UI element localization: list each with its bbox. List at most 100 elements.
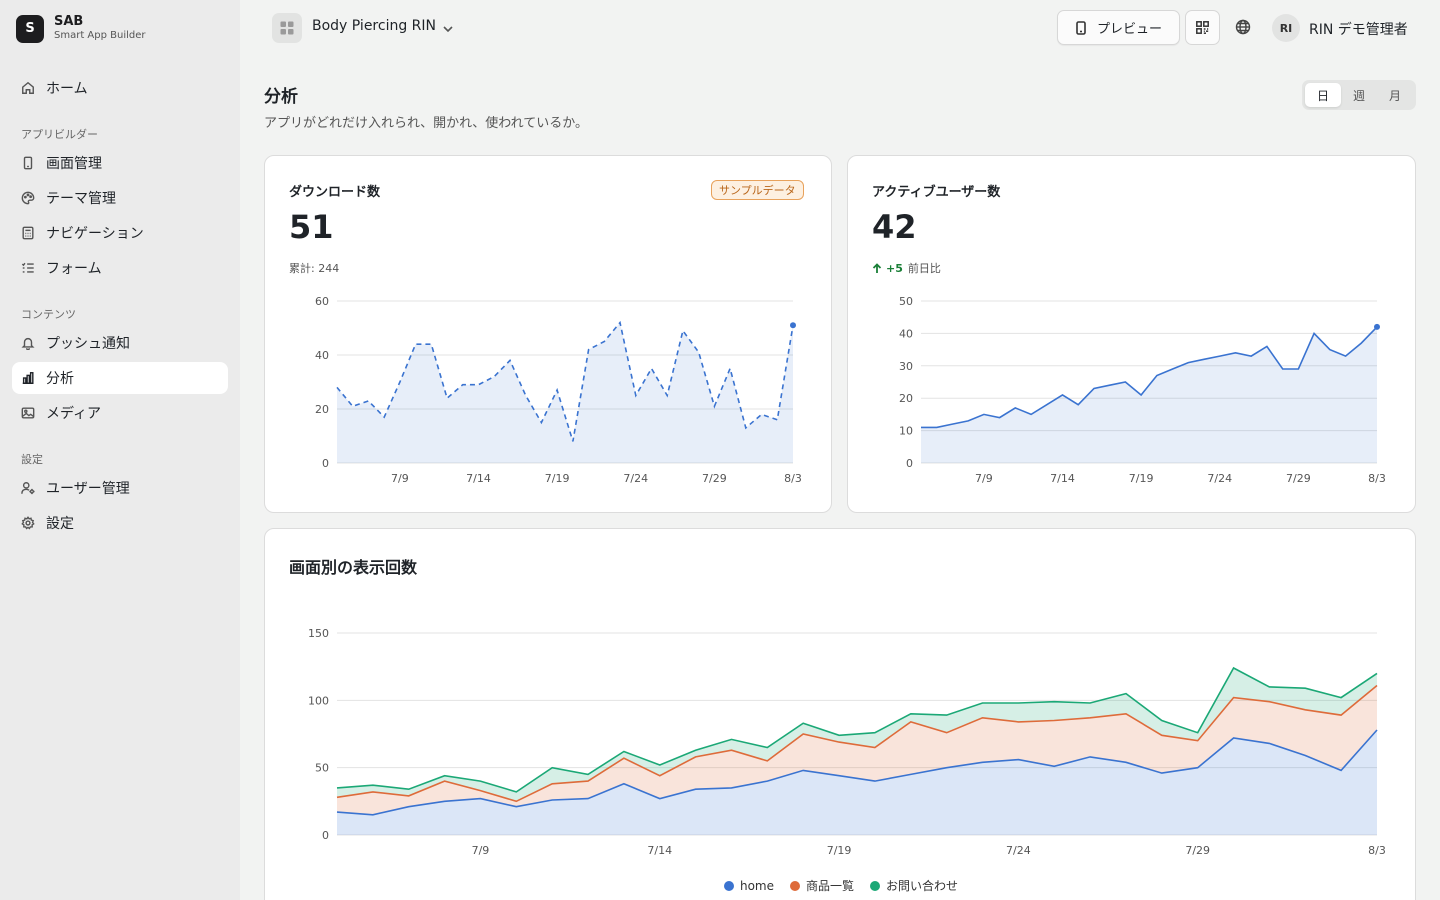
sidebar-item-label: フォーム xyxy=(46,261,102,277)
y-tick-label: 150 xyxy=(308,627,329,640)
screen-views-card: 画面別の表示回数 0 50 100 150 7/9 7/14 7/19 7/24 7/29 8/3… xyxy=(264,528,1416,900)
range-option-day[interactable]: 日 xyxy=(1305,83,1341,107)
globe-icon[interactable] xyxy=(1235,19,1253,37)
brand-logo: S xyxy=(16,14,44,43)
preview-button-label: プレビュー xyxy=(1096,22,1162,37)
x-tick-label: 8/3 xyxy=(1368,472,1386,485)
sidebar-item-analytics[interactable]: 分析 xyxy=(12,362,228,394)
sidebar-item-push[interactable]: プッシュ通知 xyxy=(12,327,228,359)
qr-code-icon xyxy=(1196,21,1209,34)
project-selector[interactable]: Body Piercing RIN xyxy=(312,18,436,34)
chart-legend: home 商品一覧 お問い合わせ xyxy=(265,877,1417,894)
bar-chart-icon xyxy=(21,371,35,385)
downloads-chart: 0 20 40 60 7/9 7/14 7/19 7/24 7/29 8/3 xyxy=(315,295,802,485)
sidebar-item-label: メディア xyxy=(46,406,102,422)
legend-label: 商品一覧 xyxy=(806,879,855,893)
project-grid-icon[interactable] xyxy=(272,13,302,43)
user-cog-icon xyxy=(21,481,35,495)
y-tick-label: 50 xyxy=(315,762,329,775)
sidebar-item-home[interactable]: ホーム xyxy=(12,72,228,104)
qr-code-button[interactable] xyxy=(1185,10,1220,45)
bell-icon xyxy=(21,336,35,350)
sidebar-item-navigation[interactable]: ナビゲーション xyxy=(12,217,228,249)
user-menu[interactable]: RIN デモ管理者 xyxy=(1309,19,1408,39)
x-tick-label: 7/14 xyxy=(466,472,491,485)
range-option-week[interactable]: 週 xyxy=(1341,83,1377,107)
x-tick-label: 7/29 xyxy=(1185,844,1210,857)
x-tick-label: 7/14 xyxy=(1050,472,1075,485)
sidebar-item-label: ユーザー管理 xyxy=(46,481,130,497)
sidebar-item-media[interactable]: メディア xyxy=(12,397,228,429)
legend-item-home[interactable]: home xyxy=(723,877,774,894)
palette-icon xyxy=(21,191,35,205)
sidebar-item-label: テーマ管理 xyxy=(46,191,116,207)
chevron-down-icon[interactable] xyxy=(441,21,455,35)
series-area xyxy=(337,322,793,463)
preview-button[interactable]: プレビュー xyxy=(1057,10,1180,45)
range-option-month[interactable]: 月 xyxy=(1377,83,1413,107)
brand-name: SAB xyxy=(54,14,84,29)
x-tick-label: 8/3 xyxy=(1368,844,1386,857)
y-tick-label: 0 xyxy=(322,457,329,470)
home-icon xyxy=(21,81,35,95)
x-tick-label: 7/24 xyxy=(1006,844,1031,857)
sidebar-item-label: ホーム xyxy=(46,81,88,97)
active-users-chart: 0 10 20 30 40 50 7/9 7/14 7/19 7/24 7/29 8/3 xyxy=(899,295,1386,485)
sidebar: S SAB Smart App Builder ホーム アプリビルダー 画面管理… xyxy=(0,0,240,900)
x-tick-label: 8/3 xyxy=(784,472,802,485)
y-tick-label: 100 xyxy=(308,694,329,707)
page-description: アプリがどれだけ入れられ、開かれ、使われているか。 xyxy=(264,116,588,131)
sidebar-item-users[interactable]: ユーザー管理 xyxy=(12,472,228,504)
legend-label: お問い合わせ xyxy=(886,879,959,893)
sidebar-item-label: ナビゲーション xyxy=(46,226,144,242)
sidebar-item-label: 画面管理 xyxy=(46,156,102,172)
downloads-card: ダウンロード数 サンプルデータ 51 累計: 244 0 20 40 60 7/9 7/1… xyxy=(264,155,832,513)
y-tick-label: 0 xyxy=(906,457,913,470)
sidebar-item-theme[interactable]: テーマ管理 xyxy=(12,182,228,214)
y-tick-label: 50 xyxy=(899,295,913,308)
y-tick-label: 10 xyxy=(899,425,913,438)
avatar[interactable]: RI xyxy=(1272,14,1300,42)
sidebar-item-forms[interactable]: フォーム xyxy=(12,252,228,284)
screen-views-chart: 0 50 100 150 7/9 7/14 7/19 7/24 7/29 8/3 xyxy=(308,627,1386,857)
y-tick-label: 40 xyxy=(315,349,329,362)
page-title: 分析 xyxy=(264,87,298,107)
y-tick-label: 20 xyxy=(315,403,329,416)
legend-dot xyxy=(723,880,734,891)
x-tick-label: 7/14 xyxy=(647,844,672,857)
brand-subtitle: Smart App Builder xyxy=(54,30,146,41)
x-tick-label: 7/9 xyxy=(391,472,409,485)
gear-icon xyxy=(21,516,35,530)
sidebar-item-label: プッシュ通知 xyxy=(46,336,130,352)
x-tick-label: 7/19 xyxy=(1129,472,1154,485)
sidebar-section-content: コンテンツ xyxy=(21,308,76,321)
x-tick-label: 7/24 xyxy=(623,472,648,485)
image-icon xyxy=(21,406,35,420)
sidebar-section-settings: 設定 xyxy=(21,453,43,466)
y-tick-label: 30 xyxy=(899,360,913,373)
phone-icon xyxy=(1076,20,1086,35)
active-users-card: アクティブユーザー数 42 +5 前日比 0 10 20 30 40 50 7/9 7/14 7… xyxy=(847,155,1416,513)
y-tick-label: 0 xyxy=(322,829,329,842)
top-bar: Body Piercing RIN プレビュー RI RIN デモ管理者 xyxy=(240,0,1440,56)
legend-item-products[interactable]: 商品一覧 xyxy=(790,877,854,894)
list-check-icon xyxy=(21,261,35,275)
last-point-marker xyxy=(790,322,796,329)
legend-item-contact[interactable]: お問い合わせ xyxy=(870,877,958,894)
x-tick-label: 7/29 xyxy=(1286,472,1311,485)
y-tick-label: 60 xyxy=(315,295,329,308)
brand[interactable]: S SAB Smart App Builder xyxy=(16,14,146,43)
range-toggle: 日 週 月 xyxy=(1302,80,1416,110)
x-tick-label: 7/29 xyxy=(702,472,727,485)
sidebar-item-label: 設定 xyxy=(46,516,74,532)
last-point-marker xyxy=(1374,323,1380,330)
legend-dot xyxy=(870,880,881,891)
sidebar-item-screens[interactable]: 画面管理 xyxy=(12,147,228,179)
x-tick-label: 7/9 xyxy=(975,472,993,485)
x-tick-label: 7/24 xyxy=(1207,472,1232,485)
sidebar-section-app-builder: アプリビルダー xyxy=(21,128,98,141)
legend-dot xyxy=(790,880,800,891)
y-tick-label: 20 xyxy=(899,392,913,405)
sidebar-item-settings[interactable]: 設定 xyxy=(12,507,228,539)
x-tick-label: 7/9 xyxy=(472,844,490,857)
